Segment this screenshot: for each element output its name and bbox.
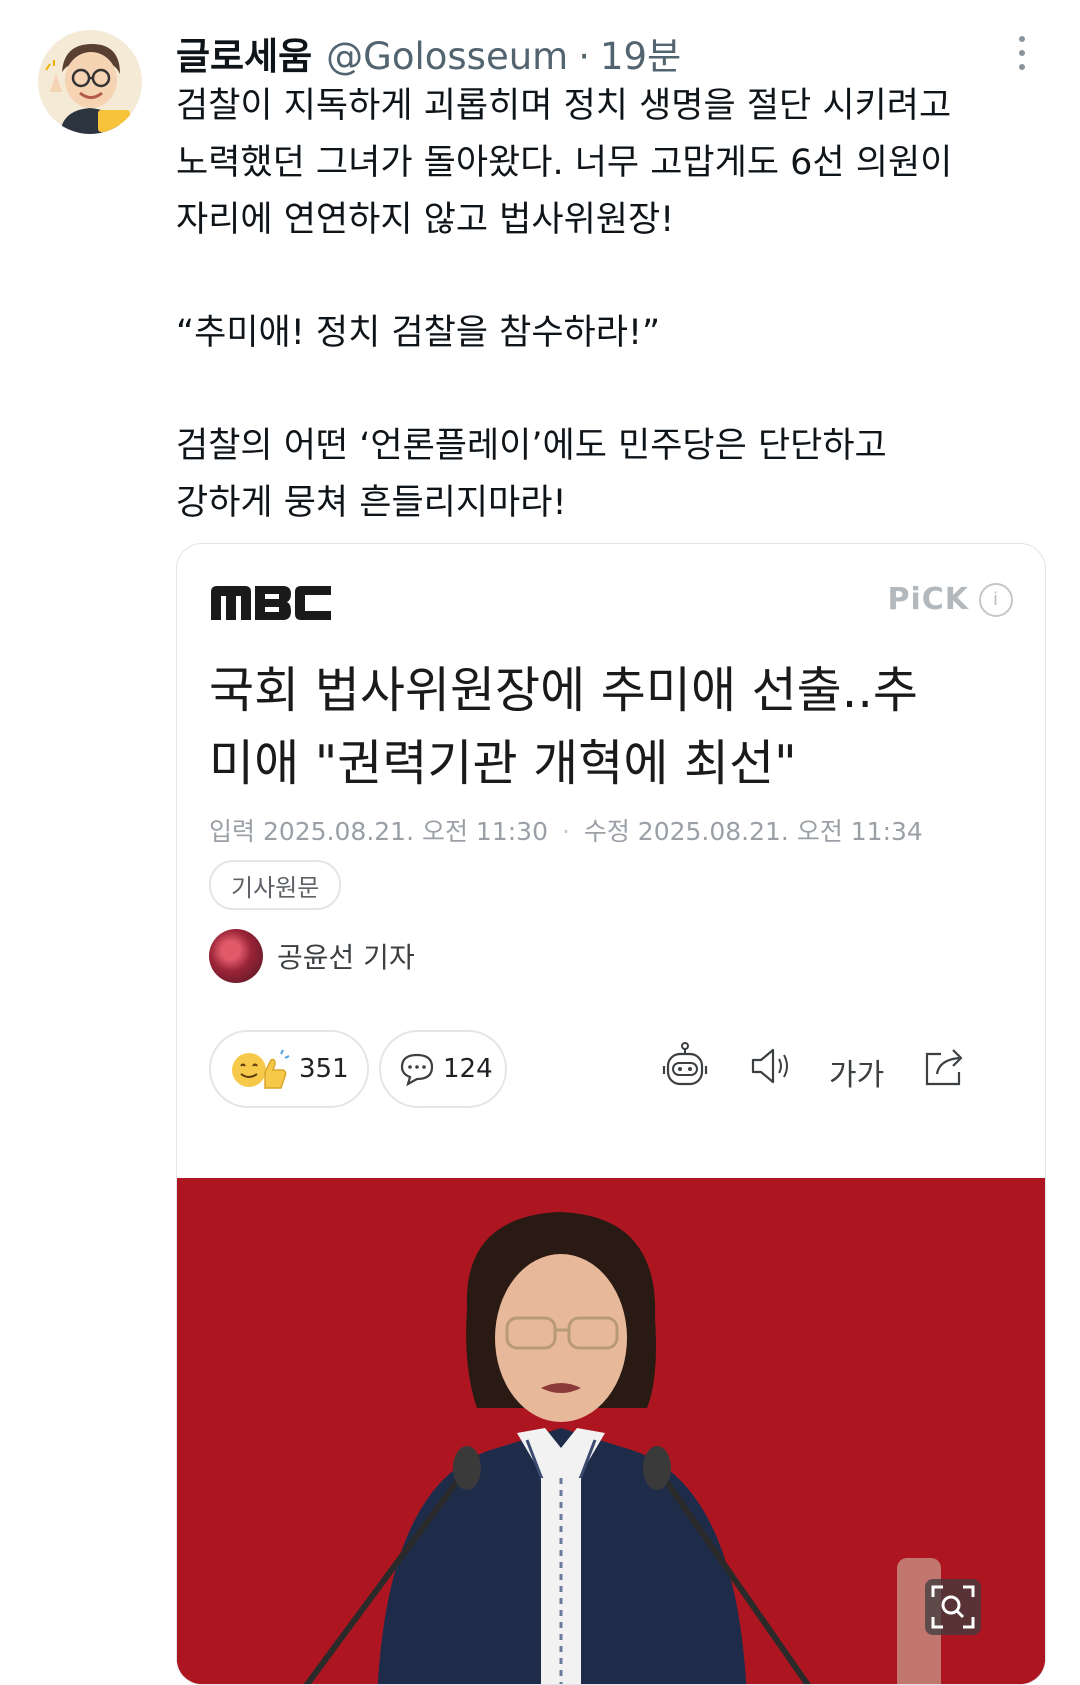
original-article-button[interactable]: 기사원문	[209, 860, 342, 910]
user-handle[interactable]: @Golosseum	[326, 35, 568, 78]
display-name[interactable]: 글로세움	[176, 26, 312, 80]
comment-button[interactable]: 124	[379, 1030, 507, 1108]
tweet-line: “추미애! 정치 검찰을 참수하라!”	[176, 313, 661, 353]
modified-date: 수정 2025.08.21. 오전 11:34	[583, 817, 923, 846]
pick-label: PiCK	[887, 582, 969, 617]
article-headline[interactable]: 국회 법사위원장에 추미애 선출..추 미애 "권력기관 개혁에 최선"	[209, 654, 1019, 800]
reporter-avatar	[209, 929, 263, 983]
article-dates: 입력 2025.08.21. 오전 11:30 · 수정 2025.08.21.…	[209, 812, 923, 848]
tweet-body: 검찰이 지독하게 괴롭히며 정치 생명을 절단 시키려고 노력했던 그녀가 돌아…	[176, 78, 1046, 532]
header-separator: ·	[578, 35, 590, 78]
author-avatar[interactable]	[38, 30, 142, 134]
mbc-logo	[211, 586, 331, 620]
comment-bubble-icon	[400, 1053, 434, 1086]
font-size-label: 가가	[829, 1058, 885, 1093]
tweet-time[interactable]: 19분	[600, 26, 681, 80]
tweet-line: 검찰이 지독하게 괴롭히며 정치 생명을 절단 시키려고	[176, 86, 952, 126]
headline-line: 국회 법사위원장에 추미애 선출..추	[209, 662, 918, 719]
info-icon[interactable]: i	[979, 582, 1013, 617]
robot-summary-icon[interactable]	[659, 1040, 711, 1092]
tweet-line: 자리에 연연하지 않고 법사위원장!	[176, 200, 675, 240]
published-date: 입력 2025.08.21. 오전 11:30	[209, 817, 548, 846]
like-button[interactable]: 351	[209, 1030, 369, 1108]
tweet-line: 노력했던 그녀가 돌아왔다. 너무 고맙게도 6선 의원이	[176, 143, 953, 183]
comment-count: 124	[443, 1054, 493, 1084]
pick-badge: PiCK i	[887, 582, 1013, 617]
reporter[interactable]: 공윤선 기자	[209, 929, 415, 983]
tweet-line: 강하게 뭉쳐 흔들리지마라!	[176, 483, 567, 523]
reporter-name: 공윤선 기자	[277, 941, 415, 974]
date-separator: ·	[561, 817, 570, 846]
tweet-line: 검찰의 어떤 ‘언론플레이’에도 민주당은 단단하고	[176, 426, 887, 466]
article-photo[interactable]	[177, 1178, 1045, 1685]
avatar-cartoon-icon	[38, 30, 142, 134]
tweet-header: 글로세움 @Golosseum · 19분	[176, 26, 681, 80]
like-emoji-icon	[232, 1049, 290, 1089]
share-icon[interactable]	[919, 1040, 971, 1092]
news-card[interactable]: PiCK i 국회 법사위원장에 추미애 선출..추 미애 "권력기관 개혁에 …	[176, 543, 1046, 1685]
more-vertical-icon[interactable]	[1012, 36, 1032, 80]
zoom-search-icon[interactable]	[925, 1579, 981, 1635]
like-count: 351	[299, 1054, 349, 1084]
speaker-icon[interactable]	[745, 1040, 797, 1092]
headline-line: 미애 "권력기관 개혁에 최선"	[209, 735, 797, 792]
font-size-button[interactable]: 가가	[829, 1042, 889, 1094]
